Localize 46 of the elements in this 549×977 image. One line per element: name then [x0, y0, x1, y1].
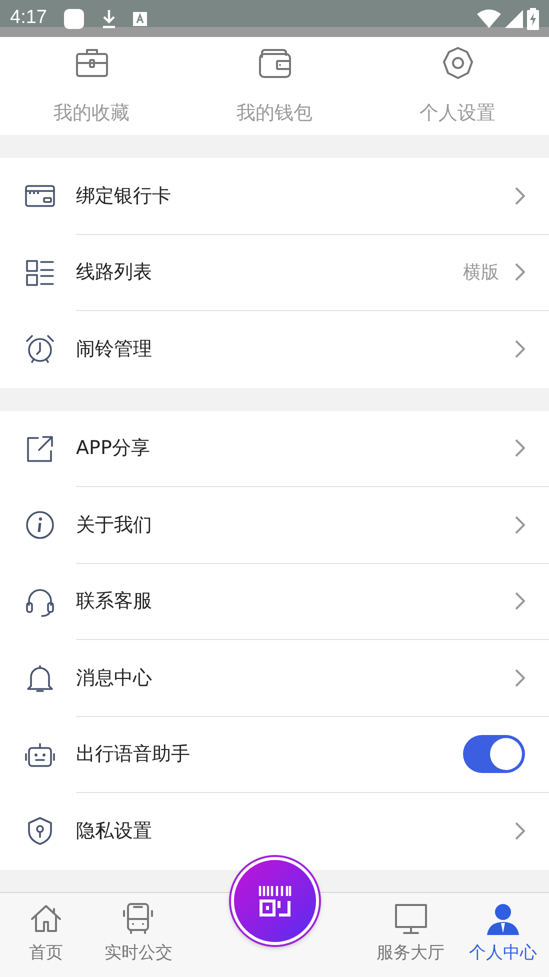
- chevron-icon: [515, 186, 525, 205]
- chevron-icon: [515, 340, 525, 358]
- menu-row[interactable]: 关于我们: [0, 487, 549, 564]
- person-icon: [484, 901, 521, 937]
- info-icon: [24, 509, 56, 542]
- menu-row[interactable]: 隐私设置: [0, 793, 549, 870]
- qr-code-icon: [258, 884, 292, 918]
- clock-time: 4:17: [10, 6, 47, 30]
- chevron-icon: [515, 439, 525, 458]
- row-label: 联系客服: [76, 589, 153, 614]
- tab[interactable]: 实时公交: [92, 893, 184, 977]
- chevron-icon: [515, 263, 525, 282]
- menu-row[interactable]: APP分享: [0, 410, 549, 487]
- keyboard-icon: [132, 12, 147, 26]
- row-label: 绑定银行卡: [76, 184, 172, 208]
- chevron-icon: [515, 668, 525, 687]
- wifi-icon: [477, 8, 501, 28]
- menu-row[interactable]: 出行语音助手: [0, 716, 549, 793]
- toggle-switch[interactable]: [463, 735, 525, 774]
- row-label: 出行语音助手: [76, 742, 191, 767]
- alarm-clock-icon: [24, 333, 56, 366]
- menu-row[interactable]: 消息中心: [0, 640, 549, 716]
- row-label: 闹铃管理: [76, 337, 153, 362]
- chevron-icon: [515, 592, 525, 610]
- signal-icon: [505, 10, 523, 28]
- row-label: 关于我们: [76, 512, 153, 538]
- bell-icon: [24, 662, 56, 694]
- menu-row[interactable]: 线路列表 横版: [0, 234, 549, 311]
- app-icon: [62, 8, 85, 30]
- chevron-icon: [515, 822, 525, 840]
- scan-button[interactable]: [230, 857, 318, 945]
- chevron-icon: [515, 516, 525, 534]
- row-label: APP分享: [76, 436, 151, 461]
- row-label: 消息中心: [76, 666, 153, 690]
- menu-row[interactable]: 联系客服: [0, 564, 549, 640]
- row-label: 隐私设置: [76, 819, 153, 844]
- menu-row[interactable]: 绑定银行卡: [0, 158, 549, 234]
- monitor-icon: [392, 901, 429, 937]
- tab[interactable]: 服务大厅: [364, 893, 457, 977]
- tab[interactable]: 个人中心: [456, 893, 549, 977]
- battery-icon: [527, 8, 539, 30]
- menu-row[interactable]: 闹铃管理: [0, 311, 549, 388]
- download-icon: [100, 8, 117, 28]
- row-label: 线路列表: [76, 260, 153, 285]
- row-value: 横版: [463, 260, 499, 285]
- tab[interactable]: 首页: [0, 893, 92, 977]
